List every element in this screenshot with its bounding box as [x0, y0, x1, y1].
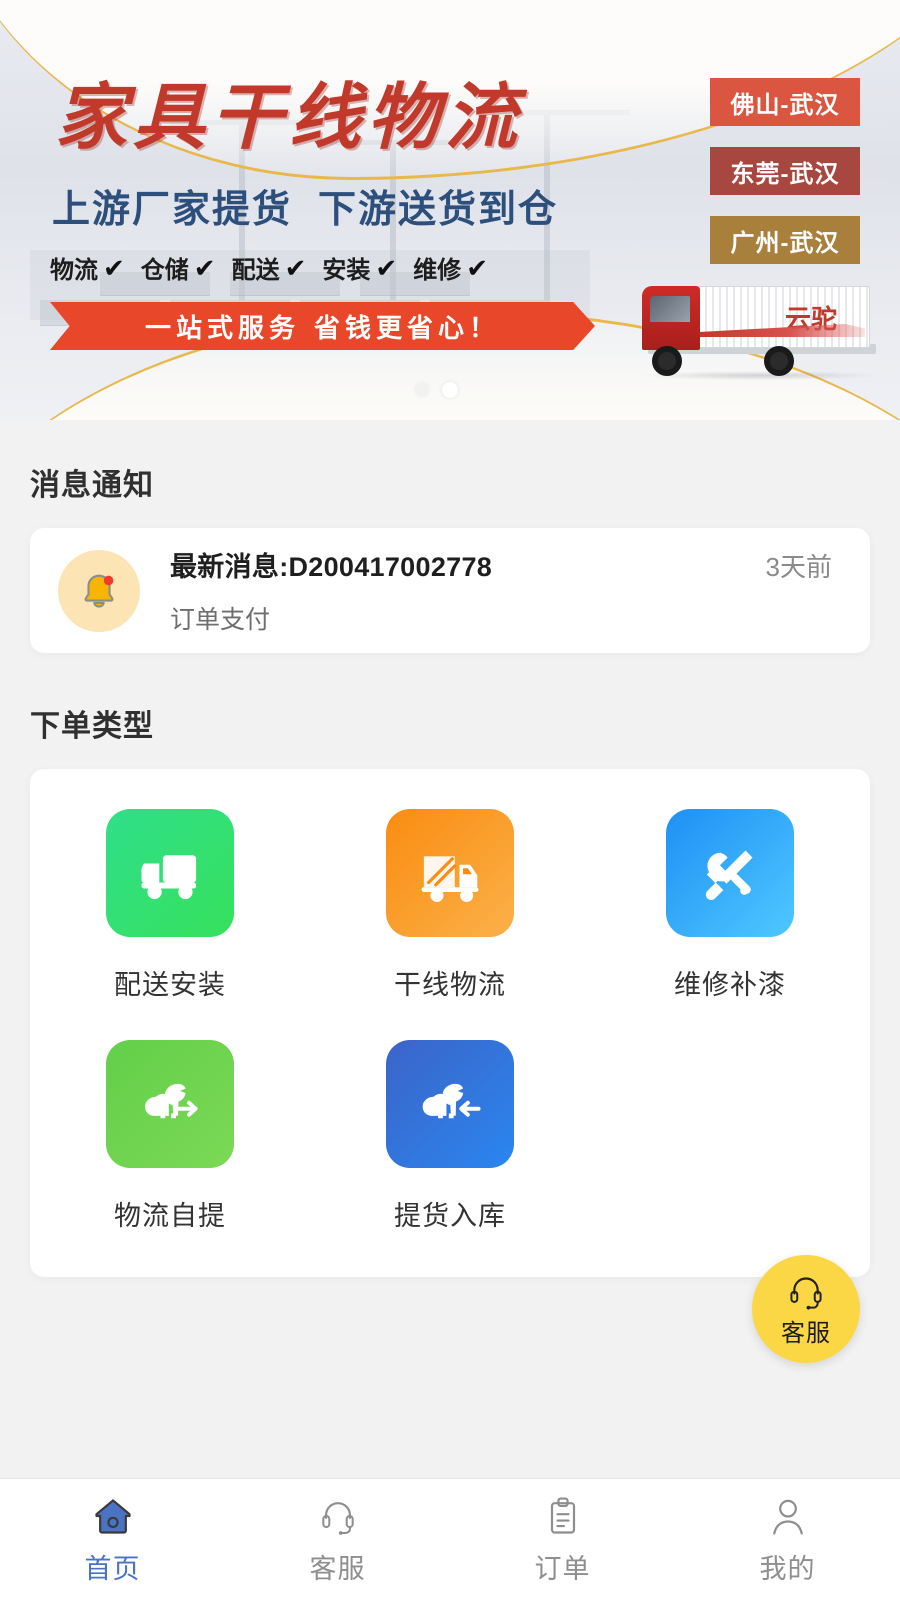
order-type-repair-paint[interactable]: 维修补漆	[590, 809, 870, 1002]
customer-service-fab-label: 客服	[781, 1319, 831, 1347]
tab-profile-label: 我的	[759, 1553, 816, 1584]
banner-route-tags: 佛山-武汉 东莞-武汉 广州-武汉	[710, 78, 860, 264]
camel-arrow-right-icon	[106, 1040, 234, 1168]
check-icon: ✔	[375, 252, 398, 283]
tab-customer-service-label: 客服	[309, 1553, 366, 1584]
tab-orders-label: 订单	[534, 1553, 591, 1584]
banner-slogan-text: 一站式服务 省钱更省心！	[145, 308, 500, 345]
feature-label: 仓储	[140, 257, 189, 284]
banner-subtitle-right: 下游送货到仓	[318, 189, 559, 231]
slogan-left: 一站式服务	[144, 312, 300, 343]
banner-feature-item: 仓储 ✔	[141, 250, 216, 285]
check-icon: ✔	[466, 252, 488, 283]
clipboard-icon	[550, 1496, 575, 1534]
banner-title: 家具干线物流	[55, 78, 524, 158]
banner-subtitle: 上游厂家提货 下游送货到仓	[52, 178, 558, 233]
banner-truck-illustration: 云驼	[636, 270, 886, 380]
tab-home[interactable]: 首页	[0, 1479, 225, 1600]
notice-section-title: 消息通知	[30, 469, 154, 502]
order-type-label: 维修补漆	[674, 970, 786, 1000]
bell-icon	[58, 549, 140, 632]
route-tag-foshan-wuhan[interactable]: 佛山-武汉	[710, 78, 860, 126]
notice-title: 最新消息:D200417002778	[170, 552, 493, 582]
line-haul-truck-icon	[386, 809, 514, 937]
order-type-line-haul[interactable]: 干线物流	[310, 809, 590, 1002]
banner-feature-list: 物流 ✔ 仓储 ✔ 配送 ✔ 安装 ✔ 维修 ✔	[50, 250, 488, 285]
order-type-section-title: 下单类型	[30, 710, 154, 743]
banner-feature-item: 物流 ✔	[50, 250, 125, 285]
feature-label: 安装	[322, 257, 371, 284]
carousel-indicator-active[interactable]	[442, 382, 458, 398]
feature-label: 配送	[231, 257, 280, 284]
order-type-grid: 配送安装 干线物流 维修补漆 物流自提 提货入库	[30, 809, 870, 1233]
check-icon: ✔	[103, 252, 125, 283]
notice-description: 订单支付	[170, 606, 271, 634]
bottom-tab-bar: 首页 客服 订单 我的	[0, 1478, 900, 1600]
banner-slogan-ribbon: 一站式服务 省钱更省心！	[50, 302, 595, 350]
headset-icon	[790, 1277, 822, 1310]
customer-service-fab[interactable]: 客服	[752, 1255, 860, 1363]
tab-orders[interactable]: 订单	[450, 1479, 675, 1600]
order-type-card: 配送安装 干线物流 维修补漆 物流自提 提货入库	[30, 769, 870, 1277]
order-type-label: 配送安装	[114, 970, 226, 1000]
tab-profile[interactable]: 我的	[675, 1479, 900, 1600]
carousel-indicator-inactive[interactable]	[415, 383, 429, 396]
banner-feature-item: 维修 ✔	[413, 250, 488, 285]
notice-time: 3天前	[765, 552, 832, 582]
order-type-delivery-install[interactable]: 配送安装	[30, 809, 310, 1002]
tab-home-label: 首页	[84, 1553, 141, 1584]
route-tag-guangzhou-wuhan[interactable]: 广州-武汉	[710, 216, 860, 264]
tab-customer-service[interactable]: 客服	[225, 1479, 450, 1600]
order-type-pickup-warehouse[interactable]: 提货入库	[310, 1040, 590, 1233]
notice-card[interactable]: 最新消息:D200417002778 3天前 订单支付	[30, 528, 870, 653]
delivery-truck-icon	[106, 809, 234, 937]
home-icon	[94, 1498, 131, 1534]
check-icon: ✔	[284, 252, 307, 283]
route-tag-dongguan-wuhan[interactable]: 东莞-武汉	[710, 147, 860, 195]
slogan-right: 省钱更省心！	[314, 312, 501, 343]
headset-icon	[321, 1501, 354, 1535]
notice-body: 最新消息:D200417002778 3天前 订单支付	[170, 545, 842, 636]
banner-subtitle-left: 上游厂家提货	[52, 189, 293, 231]
hero-banner[interactable]: 家具干线物流 上游厂家提货 下游送货到仓 物流 ✔ 仓储 ✔ 配送 ✔ 安装 ✔ …	[0, 0, 900, 420]
check-icon: ✔	[193, 252, 216, 283]
feature-label: 维修	[413, 257, 462, 284]
banner-feature-item: 安装 ✔	[322, 250, 397, 285]
person-icon	[772, 1499, 803, 1535]
order-type-label: 干线物流	[394, 970, 506, 1000]
order-type-label: 提货入库	[394, 1201, 506, 1231]
camel-arrow-left-icon	[386, 1040, 514, 1168]
feature-label: 物流	[50, 257, 98, 284]
tools-icon	[666, 809, 794, 937]
order-type-label: 物流自提	[114, 1201, 226, 1231]
order-type-self-pickup[interactable]: 物流自提	[30, 1040, 310, 1233]
banner-feature-item: 配送 ✔	[232, 250, 307, 285]
